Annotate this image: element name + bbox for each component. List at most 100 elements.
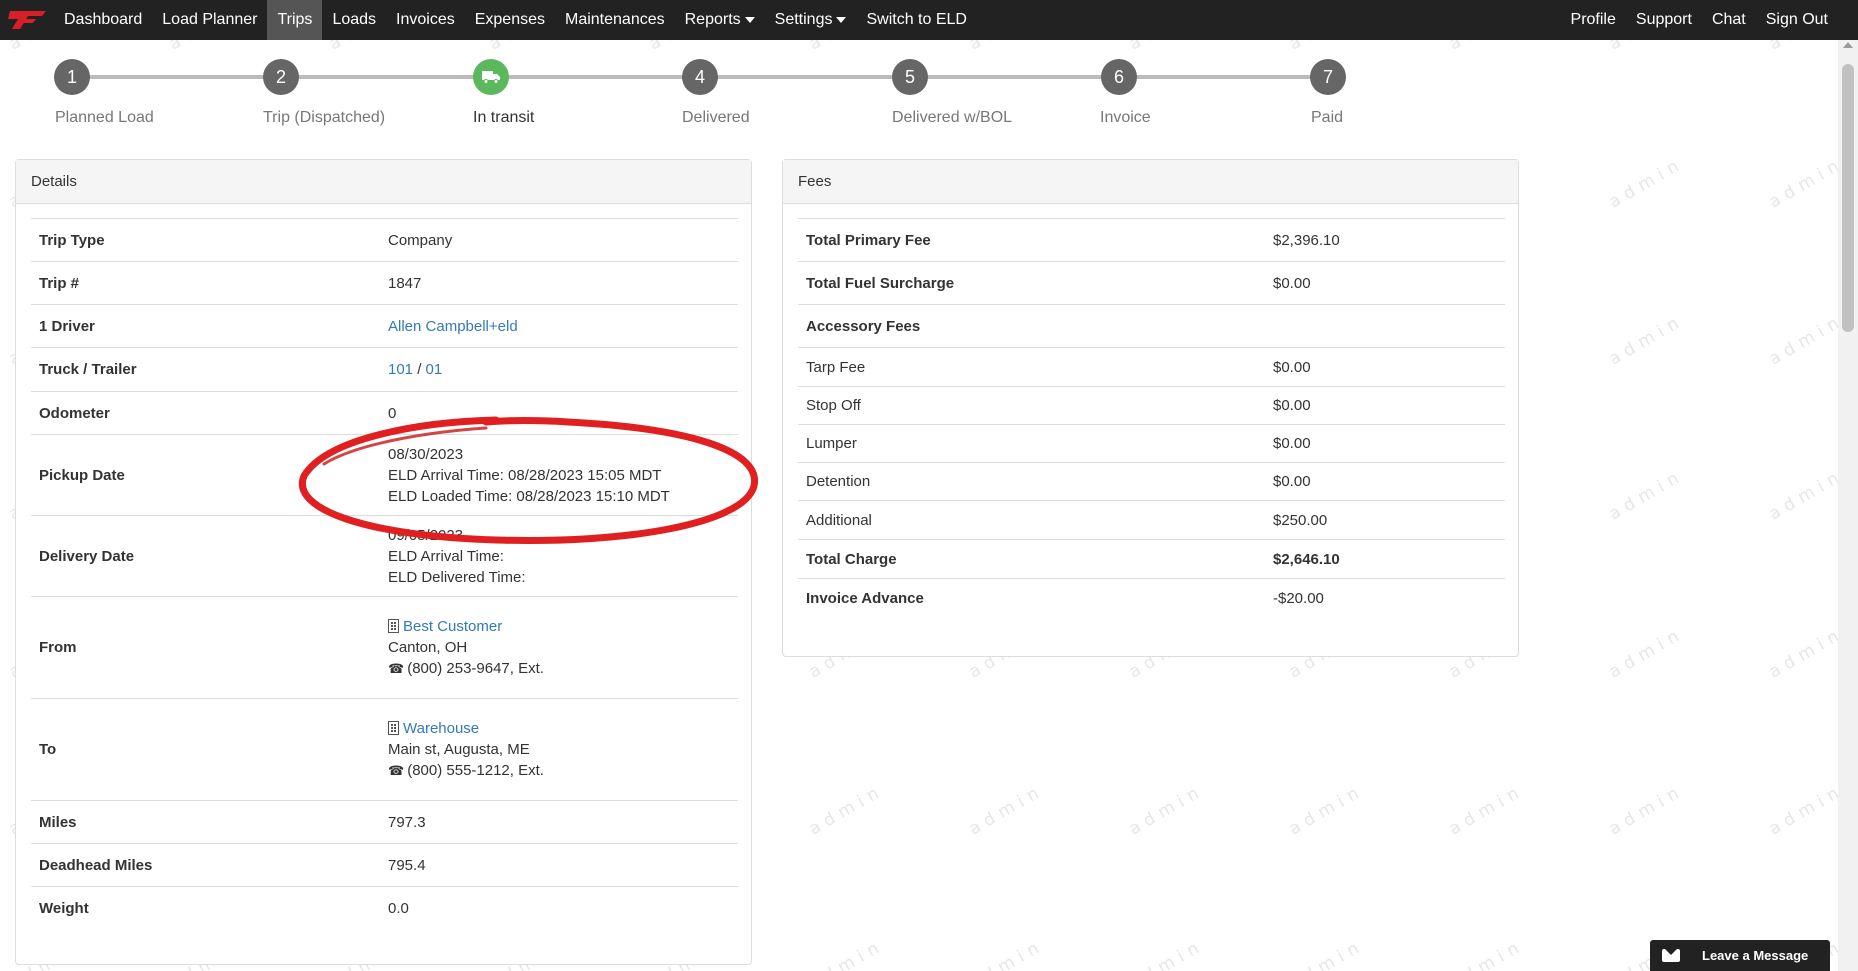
step-label: Invoice bbox=[1100, 109, 1151, 126]
nav-load-planner[interactable]: Load Planner bbox=[152, 0, 267, 40]
fee-value: $250.00 bbox=[1265, 500, 1505, 540]
table-row: Deadhead Miles 795.4 bbox=[31, 843, 738, 887]
odometer-value: 0 bbox=[380, 391, 738, 435]
watermark-text: admin bbox=[1605, 310, 1688, 370]
miles-label: Miles bbox=[31, 800, 380, 844]
watermark-text: admin bbox=[965, 935, 1048, 971]
details-panel-title: Details bbox=[16, 160, 751, 204]
nav-settings-label: Settings bbox=[774, 11, 833, 28]
step-invoice: 6 Invoice bbox=[1100, 59, 1151, 126]
nav-expenses[interactable]: Expenses bbox=[465, 0, 555, 40]
nav-sign-out[interactable]: Sign Out bbox=[1756, 0, 1838, 40]
step-number: 5 bbox=[892, 59, 928, 95]
table-row: Accessory Fees bbox=[798, 304, 1505, 348]
pickup-date-label: Pickup Date bbox=[31, 434, 380, 516]
table-row: Delivery Date 09/05/2023 ELD Arrival Tim… bbox=[31, 515, 738, 597]
truck-link[interactable]: 101 bbox=[388, 361, 413, 378]
brand-logo-icon bbox=[8, 11, 46, 29]
nav-chat[interactable]: Chat bbox=[1702, 0, 1756, 40]
weight-value: 0.0 bbox=[380, 886, 738, 931]
table-row: Stop Off $0.00 bbox=[798, 386, 1505, 425]
watermark-text: admin bbox=[1605, 153, 1688, 213]
step-label: Planned Load bbox=[55, 109, 154, 126]
step-label: Trip (Dispatched) bbox=[263, 109, 386, 126]
nav-switch-to-eld[interactable]: Switch to ELD bbox=[856, 0, 976, 40]
nav-trips[interactable]: Trips bbox=[267, 0, 323, 40]
watermark-text: admin bbox=[1605, 780, 1688, 840]
to-customer-link[interactable]: Warehouse bbox=[403, 720, 479, 737]
fee-label: Additional bbox=[798, 500, 1265, 540]
table-row: Miles 797.3 bbox=[31, 800, 738, 844]
watermark-text: admin bbox=[1125, 780, 1208, 840]
nav-dashboard[interactable]: Dashboard bbox=[54, 0, 152, 40]
fee-label: Invoice Advance bbox=[798, 578, 1265, 618]
brand-logo[interactable] bbox=[0, 0, 54, 40]
fee-value: -$20.00 bbox=[1265, 578, 1505, 618]
caret-down-icon bbox=[744, 16, 755, 23]
caret-down-icon bbox=[836, 16, 847, 23]
leave-message-label: Leave a Message bbox=[1702, 948, 1809, 963]
fee-value: $2,396.10 bbox=[1265, 218, 1505, 262]
truck-trailer-separator: / bbox=[413, 361, 426, 378]
nav-maintenances[interactable]: Maintenances bbox=[555, 0, 675, 40]
watermark-text: admin bbox=[965, 780, 1048, 840]
table-row: Odometer 0 bbox=[31, 391, 738, 435]
table-row: Total Fuel Surcharge $0.00 bbox=[798, 261, 1505, 305]
watermark-text: admin bbox=[1765, 465, 1848, 525]
from-phone: (800) 253-9647, Ext. bbox=[407, 660, 544, 677]
fee-value: $0.00 bbox=[1265, 386, 1505, 425]
step-number: 2 bbox=[263, 59, 299, 95]
deadhead-miles-label: Deadhead Miles bbox=[31, 843, 380, 887]
trip-number-label: Trip # bbox=[31, 261, 380, 305]
watermark-text: admin bbox=[1605, 623, 1688, 683]
delivery-date-value: 09/05/2023 bbox=[388, 526, 464, 544]
step-label: Delivered w/BOL bbox=[892, 109, 1013, 126]
fee-value bbox=[1265, 304, 1505, 348]
fee-label: Total Primary Fee bbox=[798, 218, 1265, 262]
delivery-eld-arrival: ELD Arrival Time: bbox=[388, 547, 504, 565]
watermark-text: admin bbox=[1445, 935, 1528, 971]
from-customer-link[interactable]: Best Customer bbox=[403, 618, 502, 635]
nav-profile[interactable]: Profile bbox=[1561, 0, 1626, 40]
step-label: Delivered bbox=[682, 109, 750, 126]
weight-label: Weight bbox=[31, 886, 380, 931]
phone-icon: ☎ bbox=[388, 661, 405, 676]
trailer-link[interactable]: 01 bbox=[426, 361, 443, 378]
watermark-text: admin bbox=[1765, 623, 1848, 683]
fees-panel-title: Fees bbox=[783, 160, 1518, 204]
to-phone: (800) 555-1212, Ext. bbox=[407, 762, 544, 779]
table-row: Additional $250.00 bbox=[798, 500, 1505, 540]
step-trip-dispatched: 2 Trip (Dispatched) bbox=[263, 59, 385, 126]
nav-reports-label: Reports bbox=[684, 11, 741, 28]
pickup-eld-arrival: ELD Arrival Time: 08/28/2023 15:05 MDT bbox=[388, 466, 662, 484]
table-row: Pickup Date 08/30/2023 ELD Arrival Time:… bbox=[31, 434, 738, 516]
table-row: Truck / Trailer 101 / 01 bbox=[31, 347, 738, 392]
vertical-scrollbar[interactable] bbox=[1838, 40, 1858, 971]
fee-value: $0.00 bbox=[1265, 261, 1505, 305]
fee-label: Total Fuel Surcharge bbox=[798, 261, 1265, 305]
building-icon bbox=[388, 721, 399, 735]
nav-invoices[interactable]: Invoices bbox=[386, 0, 465, 40]
nav-loads[interactable]: Loads bbox=[322, 0, 386, 40]
fee-label: Stop Off bbox=[798, 386, 1265, 425]
trip-number-value: 1847 bbox=[380, 261, 738, 305]
delivery-date-label: Delivery Date bbox=[31, 515, 380, 597]
phone-icon: ☎ bbox=[388, 763, 405, 778]
scrollbar-thumb[interactable] bbox=[1842, 64, 1854, 332]
step-planned-load: 1 Planned Load bbox=[54, 59, 154, 126]
odometer-label: Odometer bbox=[31, 391, 380, 435]
miles-value: 797.3 bbox=[380, 800, 738, 844]
pickup-eld-loaded: ELD Loaded Time: 08/28/2023 15:10 MDT bbox=[388, 487, 670, 505]
nav-support[interactable]: Support bbox=[1626, 0, 1702, 40]
driver-link[interactable]: Allen Campbell+eld bbox=[388, 318, 518, 335]
nav-settings-dropdown[interactable]: Settings bbox=[765, 0, 857, 40]
leave-message-button[interactable]: Leave a Message bbox=[1650, 940, 1830, 971]
total-charge-label: Total Charge bbox=[798, 539, 1265, 579]
table-row: Lumper $0.00 bbox=[798, 424, 1505, 463]
step-paid: 7 Paid bbox=[1310, 59, 1346, 126]
fees-panel: Fees Total Primary Fee $2,396.10 Total F… bbox=[782, 159, 1519, 657]
nav-reports-dropdown[interactable]: Reports bbox=[675, 0, 765, 40]
fee-value: $0.00 bbox=[1265, 424, 1505, 463]
watermark-text: admin bbox=[1765, 780, 1848, 840]
scroll-up-arrow-icon[interactable] bbox=[1843, 42, 1853, 48]
